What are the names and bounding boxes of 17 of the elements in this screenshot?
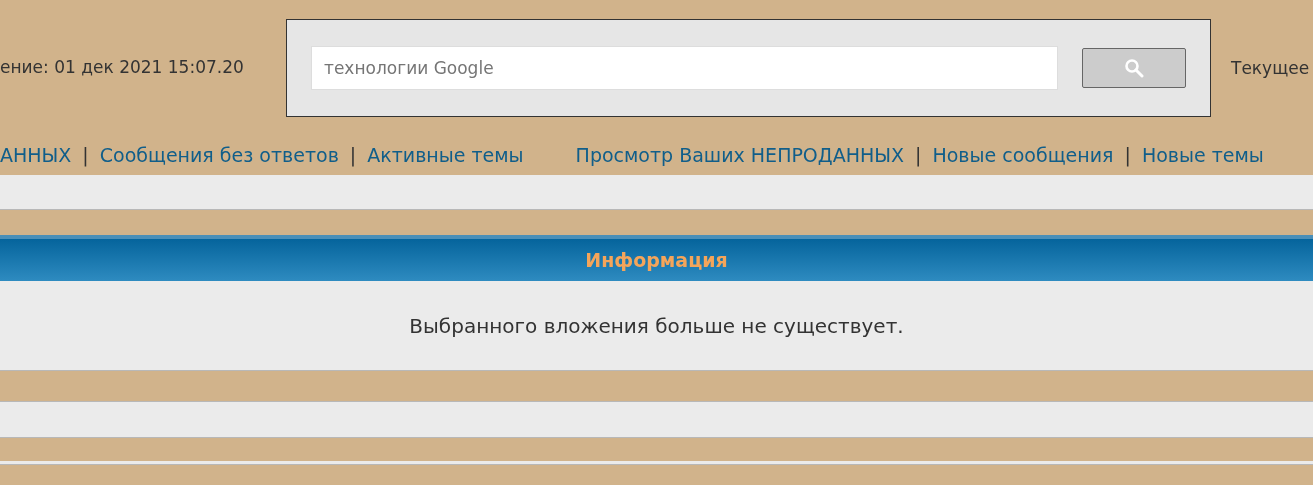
separator: | [349, 144, 357, 166]
nav-link[interactable]: АННЫХ [0, 144, 72, 166]
nav-link[interactable]: Просмотр Ваших НЕПРОДАННЫХ [575, 144, 905, 166]
nav-link[interactable]: Активные темы [367, 144, 524, 166]
message-text: Выбранного вложения больше не существует. [409, 313, 904, 338]
search-field[interactable]: технологии Google [311, 46, 1058, 90]
nav-link[interactable]: Новые сообщения [932, 144, 1114, 166]
separator: | [82, 144, 89, 166]
nav-link[interactable]: Сообщения без ответов [99, 144, 339, 166]
separator: | [915, 144, 922, 166]
panel-title: Информация [585, 249, 728, 271]
search-icon [1124, 58, 1144, 78]
current-time-label: Текущее [1231, 58, 1310, 78]
nav-link[interactable]: Новые темы [1141, 144, 1264, 166]
separator: | [1124, 144, 1131, 166]
search-button[interactable] [1082, 48, 1186, 88]
last-visit-date: ение: 01 дек 2021 15:07.20 [0, 56, 244, 77]
